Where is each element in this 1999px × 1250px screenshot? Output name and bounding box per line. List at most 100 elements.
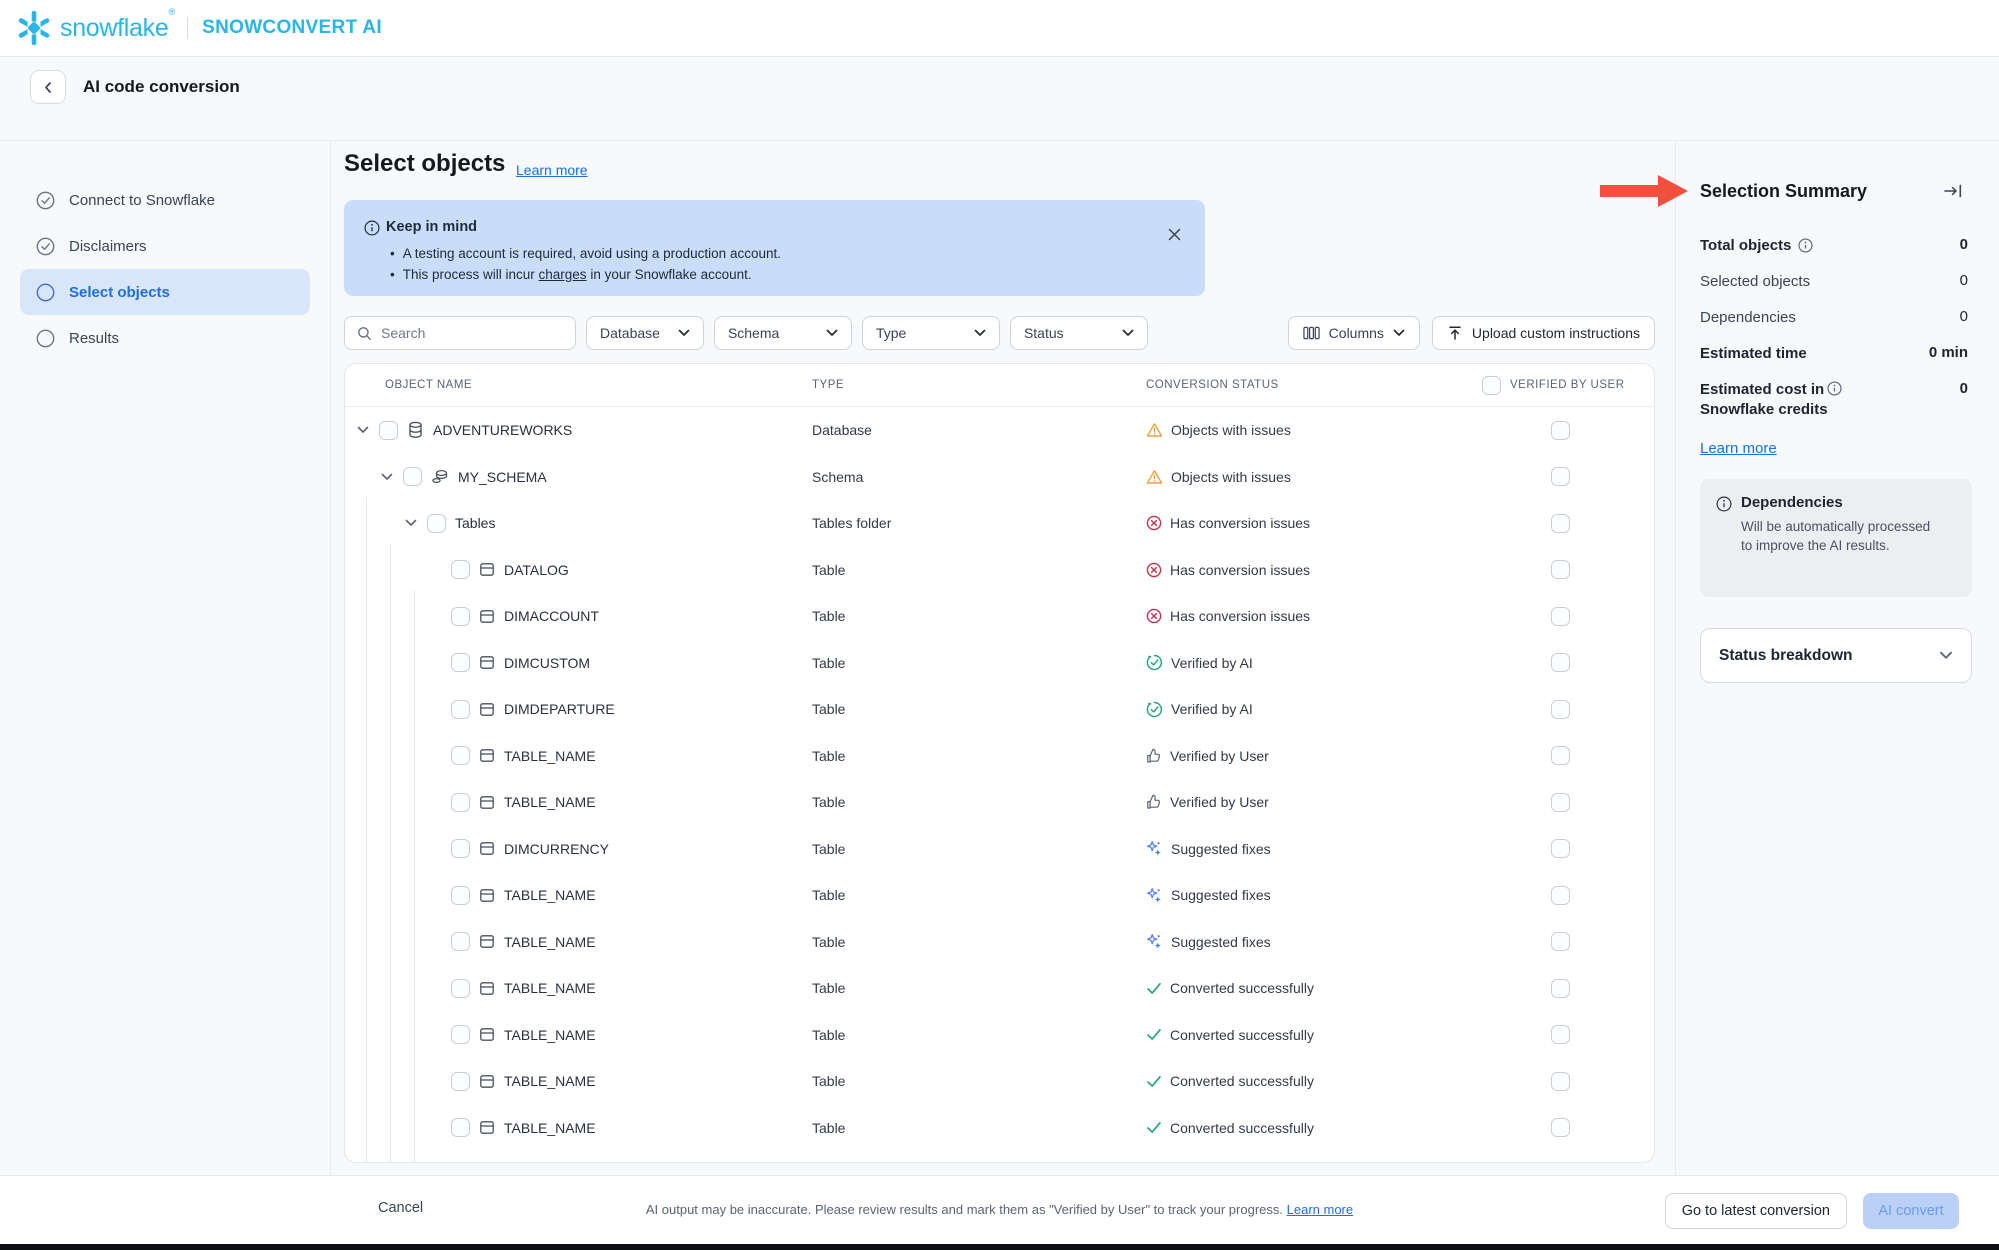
sidebar-item-disclaimers[interactable]: Disclaimers	[20, 223, 310, 269]
conversion-status-cell: Converted successfully	[1146, 1027, 1476, 1043]
info-icon[interactable]	[1827, 381, 1842, 396]
search-input[interactable]	[381, 325, 551, 341]
stat-selected-objects: Selected objects 0	[1700, 272, 1968, 292]
suggested-fixes-icon	[1146, 840, 1163, 857]
columns-button[interactable]: Columns	[1288, 316, 1420, 350]
summary-panel-divider	[1675, 141, 1676, 1175]
verified-cell	[1476, 467, 1655, 486]
row-checkbox[interactable]	[451, 653, 470, 672]
upload-icon	[1447, 325, 1463, 341]
upload-custom-instructions-button[interactable]: Upload custom instructions	[1432, 316, 1655, 350]
row-checkbox[interactable]	[451, 746, 470, 765]
verified-checkbox[interactable]	[1551, 653, 1570, 672]
type-filter-dropdown[interactable]: Type	[862, 316, 1000, 350]
schema-filter-dropdown[interactable]: Schema	[714, 316, 852, 350]
chevron-down-icon[interactable]	[381, 473, 403, 481]
row-checkbox[interactable]	[451, 700, 470, 719]
table-row[interactable]: TABLE_NAME Table Verified by User	[345, 733, 1654, 780]
table-row[interactable]: DIMCUSTOM Table Verified by AI	[345, 640, 1654, 687]
object-type: Table	[812, 1027, 1146, 1043]
table-row[interactable]: DIMCURRENCY Table Suggested fixes	[345, 826, 1654, 873]
row-checkbox[interactable]	[427, 514, 446, 533]
ai-convert-button[interactable]: AI convert	[1863, 1193, 1959, 1229]
success-check-icon	[1146, 982, 1162, 995]
summary-learn-more-link[interactable]: Learn more	[1700, 440, 1777, 457]
verified-checkbox[interactable]	[1551, 746, 1570, 765]
chevron-down-icon[interactable]	[405, 519, 427, 527]
sidebar-item-select-objects[interactable]: Select objects	[20, 269, 310, 315]
row-checkbox[interactable]	[451, 607, 470, 626]
verified-checkbox[interactable]	[1551, 1072, 1570, 1091]
verified-checkbox[interactable]	[1551, 421, 1570, 440]
sidebar-item-connect-to-snowflake[interactable]: Connect to Snowflake	[20, 177, 310, 223]
table-row[interactable]: Tables Tables folder Has conversion issu…	[345, 500, 1654, 547]
footer-learn-more-link[interactable]: Learn more	[1287, 1202, 1353, 1217]
table-row[interactable]: TABLE_NAME Table Converted successfully	[345, 1105, 1654, 1152]
verified-checkbox[interactable]	[1551, 793, 1570, 812]
table-row[interactable]: TABLE_NAME Table Suggested fixes	[345, 872, 1654, 919]
row-checkbox[interactable]	[379, 421, 398, 440]
learn-more-link[interactable]: Learn more	[516, 162, 588, 178]
steps-sidebar: Connect to Snowflake Disclaimers Select …	[0, 141, 330, 1175]
thumbs-up-icon	[1146, 748, 1162, 764]
status-filter-dropdown[interactable]: Status	[1010, 316, 1148, 350]
verified-checkbox[interactable]	[1551, 932, 1570, 951]
registered-mark: ®	[168, 7, 175, 17]
verified-checkbox[interactable]	[1551, 839, 1570, 858]
select-all-verified-checkbox[interactable]	[1482, 376, 1501, 395]
row-checkbox[interactable]	[451, 932, 470, 951]
status-breakdown-toggle[interactable]: Status breakdown	[1700, 628, 1972, 683]
column-header-object-name: OBJECT NAME	[345, 379, 812, 391]
table-row[interactable]: TABLE_NAME Table Converted successfully	[345, 965, 1654, 1012]
row-checkbox[interactable]	[451, 886, 470, 905]
status-label: Verified by AI	[1171, 655, 1253, 671]
info-icon[interactable]	[1798, 238, 1813, 253]
close-icon[interactable]	[1168, 228, 1181, 241]
table-row[interactable]: TABLE_NAME Table Converted successfully	[345, 1012, 1654, 1059]
chevron-down-icon[interactable]	[357, 426, 379, 434]
row-checkbox[interactable]	[451, 839, 470, 858]
table-row[interactable]: MY_SCHEMA Schema Objects with issues	[345, 454, 1654, 501]
table-row[interactable]: DATALOG Table Has conversion issues	[345, 547, 1654, 594]
conversion-status-cell: Suggested fixes	[1146, 840, 1476, 857]
table-row[interactable]: TABLE_NAME Table Verified by User	[345, 779, 1654, 826]
table-icon	[479, 655, 495, 670]
verified-checkbox[interactable]	[1551, 607, 1570, 626]
row-checkbox[interactable]	[451, 1072, 470, 1091]
back-button[interactable]	[30, 70, 66, 104]
collapse-panel-icon[interactable]	[1944, 184, 1963, 198]
conversion-status-cell: Verified by AI	[1146, 654, 1476, 671]
verified-checkbox[interactable]	[1551, 979, 1570, 998]
ai-verified-icon	[1146, 701, 1163, 718]
sidebar-item-results[interactable]: Results	[20, 315, 310, 361]
object-name: TABLE_NAME	[504, 1027, 596, 1043]
verified-checkbox[interactable]	[1551, 886, 1570, 905]
charges-link[interactable]: charges	[539, 267, 587, 282]
row-checkbox[interactable]	[451, 793, 470, 812]
snowflake-icon	[14, 8, 54, 48]
verified-checkbox[interactable]	[1551, 700, 1570, 719]
verified-checkbox[interactable]	[1551, 1025, 1570, 1044]
verified-checkbox[interactable]	[1551, 560, 1570, 579]
table-row[interactable]: DIMDEPARTURE Table Verified by AI	[345, 686, 1654, 733]
row-checkbox[interactable]	[451, 560, 470, 579]
verified-checkbox[interactable]	[1551, 514, 1570, 533]
database-filter-dropdown[interactable]: Database	[586, 316, 704, 350]
verified-checkbox[interactable]	[1551, 1118, 1570, 1137]
thumbs-up-icon	[1146, 794, 1162, 810]
row-checkbox[interactable]	[403, 467, 422, 486]
verified-checkbox[interactable]	[1551, 467, 1570, 486]
table-row[interactable]: TABLE_NAME Table Suggested fixes	[345, 919, 1654, 966]
row-checkbox[interactable]	[451, 1118, 470, 1137]
sidebar-item-label: Connect to Snowflake	[69, 192, 215, 209]
row-checkbox[interactable]	[451, 1025, 470, 1044]
table-row[interactable]: TABLE_NAME Table Converted successfully	[345, 1058, 1654, 1105]
table-row[interactable]: ADVENTUREWORKS Database Objects with iss…	[345, 407, 1654, 454]
status-label: Verified by User	[1170, 794, 1269, 810]
dependencies-card: Dependencies Will be automatically proce…	[1700, 479, 1972, 597]
verified-cell	[1476, 514, 1655, 533]
table-row[interactable]: DIMACCOUNT Table Has conversion issues	[345, 593, 1654, 640]
row-checkbox[interactable]	[451, 979, 470, 998]
chevron-down-icon	[678, 329, 690, 337]
go-to-latest-conversion-button[interactable]: Go to latest conversion	[1665, 1193, 1847, 1229]
